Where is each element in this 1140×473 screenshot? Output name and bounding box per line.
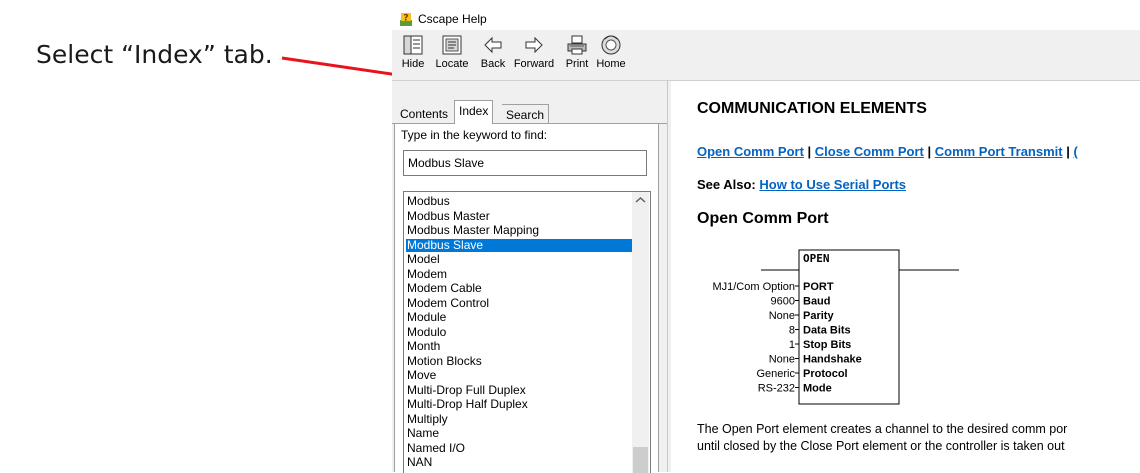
print-label: Print	[565, 58, 589, 70]
hide-pane-icon	[403, 35, 423, 55]
hide-label: Hide	[401, 58, 425, 70]
block-title: OPEN	[803, 252, 830, 265]
svg-text:?: ?	[403, 14, 408, 24]
block-input-value: 1	[789, 339, 795, 351]
index-tab-panel: Type in the keyword to find: ModbusModbu…	[394, 124, 659, 473]
title-bar: ? Cscape Help	[392, 6, 1140, 30]
see-also-label: See Also:	[697, 177, 756, 192]
navigation-pane: Contents Index Search Type in the keywor…	[392, 81, 668, 473]
link-open-comm-port[interactable]: Open Comm Port	[697, 144, 804, 159]
list-item[interactable]: Model	[406, 253, 633, 266]
print-icon	[567, 35, 587, 55]
topic-link-row: Open Comm Port | Close Comm Port | Comm …	[697, 144, 1078, 159]
list-item[interactable]: Move	[406, 369, 633, 382]
window-title: Cscape Help	[418, 12, 487, 26]
block-parameter-label: Baud	[803, 296, 831, 308]
block-parameter-label: Handshake	[803, 354, 862, 366]
home-label: Home	[596, 58, 626, 70]
block-input-value: None	[769, 310, 795, 322]
locate-icon	[442, 35, 462, 55]
list-item[interactable]: Modbus Master	[406, 209, 633, 223]
list-item[interactable]: Modem Control	[406, 296, 633, 310]
list-item[interactable]: Modem	[406, 267, 633, 281]
hide-button[interactable]: Hide	[396, 34, 430, 78]
list-item[interactable]: Module	[406, 311, 633, 324]
open-port-block-diagram: OPEN MJ1/Com Option PORT 9600 Baud None Parit…	[712, 249, 959, 405]
block-parameter-label: PORT	[803, 281, 834, 293]
block-parameter-label: Stop Bits	[803, 339, 851, 351]
list-item[interactable]: Motion Blocks	[406, 354, 633, 368]
link-close-comm-port[interactable]: Close Comm Port	[815, 144, 924, 159]
block-input-value: Generic	[756, 368, 795, 380]
list-item[interactable]: Multiply	[406, 412, 633, 426]
scroll-thumb[interactable]	[633, 447, 648, 473]
list-item[interactable]: Month	[406, 340, 633, 353]
toolbar: Hide Locate Back Forward Print Home	[392, 30, 1140, 81]
instruction-text: Select “Index” tab.	[36, 40, 273, 69]
list-item-selected[interactable]: Modbus Slave	[406, 238, 633, 252]
scroll-up-icon[interactable]	[632, 192, 649, 209]
block-parameter-label: Data Bits	[803, 325, 851, 337]
tab-index[interactable]: Index	[454, 100, 494, 124]
see-also-row: See Also: How to Use Serial Ports	[697, 177, 906, 192]
link-separator: |	[803, 144, 815, 159]
tab-contents[interactable]: Contents	[396, 104, 452, 124]
help-window: ? Cscape Help Hide Locate Back Forward P…	[392, 6, 1140, 473]
list-item[interactable]: NAN	[406, 456, 633, 469]
locate-label: Locate	[435, 58, 469, 70]
topic-content-pane: COMMUNICATION ELEMENTS Open Comm Port | …	[671, 81, 1140, 472]
list-item[interactable]: Modbus	[406, 195, 633, 208]
link-separator: |	[1062, 144, 1074, 159]
block-parameter-label: Parity	[803, 310, 834, 322]
keyword-label: Type in the keyword to find:	[401, 128, 548, 142]
paragraph-line: The Open Port element creates a channel …	[697, 422, 1068, 436]
list-item[interactable]: Modulo	[406, 325, 633, 339]
block-input-value: None	[769, 354, 795, 366]
list-item[interactable]: Modem Cable	[406, 282, 633, 295]
index-list-items: Modbus Modbus Master Modbus Master Mapping…	[404, 192, 633, 473]
list-scrollbar[interactable]	[632, 192, 649, 473]
forward-arrow-icon	[525, 36, 543, 54]
list-item[interactable]: Multi-Drop Half Duplex	[406, 398, 633, 411]
print-button[interactable]: Print	[560, 34, 594, 78]
block-input-value: MJ1/Com Option	[712, 281, 795, 293]
back-label: Back	[480, 58, 506, 70]
block-input-value: 9600	[771, 296, 795, 308]
locate-button[interactable]: Locate	[432, 34, 472, 78]
home-icon	[601, 35, 621, 55]
tab-search[interactable]: Search	[502, 104, 550, 125]
block-parameter-label: Protocol	[803, 368, 848, 380]
section-heading: Open Comm Port	[697, 210, 829, 227]
block-input-value: 8	[789, 325, 795, 337]
link-how-to-use-serial-ports[interactable]: How to Use Serial Ports	[759, 177, 906, 192]
list-item[interactable]: Multi-Drop Full Duplex	[406, 383, 633, 397]
forward-button[interactable]: Forward	[510, 34, 558, 78]
link-separator: |	[923, 144, 935, 159]
home-button[interactable]: Home	[594, 34, 628, 78]
paragraph-line: until closed by the Close Port element o…	[697, 439, 1065, 453]
help-question-icon: ?	[400, 13, 412, 26]
keyword-input[interactable]	[403, 150, 647, 176]
back-button[interactable]: Back	[476, 34, 510, 78]
topic-heading: COMMUNICATION ELEMENTS	[697, 100, 927, 117]
forward-label: Forward	[513, 58, 555, 70]
block-input-value: RS-232	[758, 383, 795, 395]
topic-paragraph: The Open Port element creates a channel …	[697, 421, 1140, 455]
list-item[interactable]: Name	[406, 427, 633, 440]
back-arrow-icon	[484, 36, 502, 54]
link-truncated[interactable]: (	[1073, 144, 1077, 159]
link-comm-port-transmit[interactable]: Comm Port Transmit	[935, 144, 1063, 159]
index-list[interactable]: Modbus Modbus Master Modbus Master Mapping…	[403, 191, 651, 473]
list-item[interactable]: Named I/O	[406, 441, 633, 455]
list-item[interactable]: Modbus Master Mapping	[406, 224, 633, 237]
block-parameter-label: Mode	[803, 383, 832, 395]
